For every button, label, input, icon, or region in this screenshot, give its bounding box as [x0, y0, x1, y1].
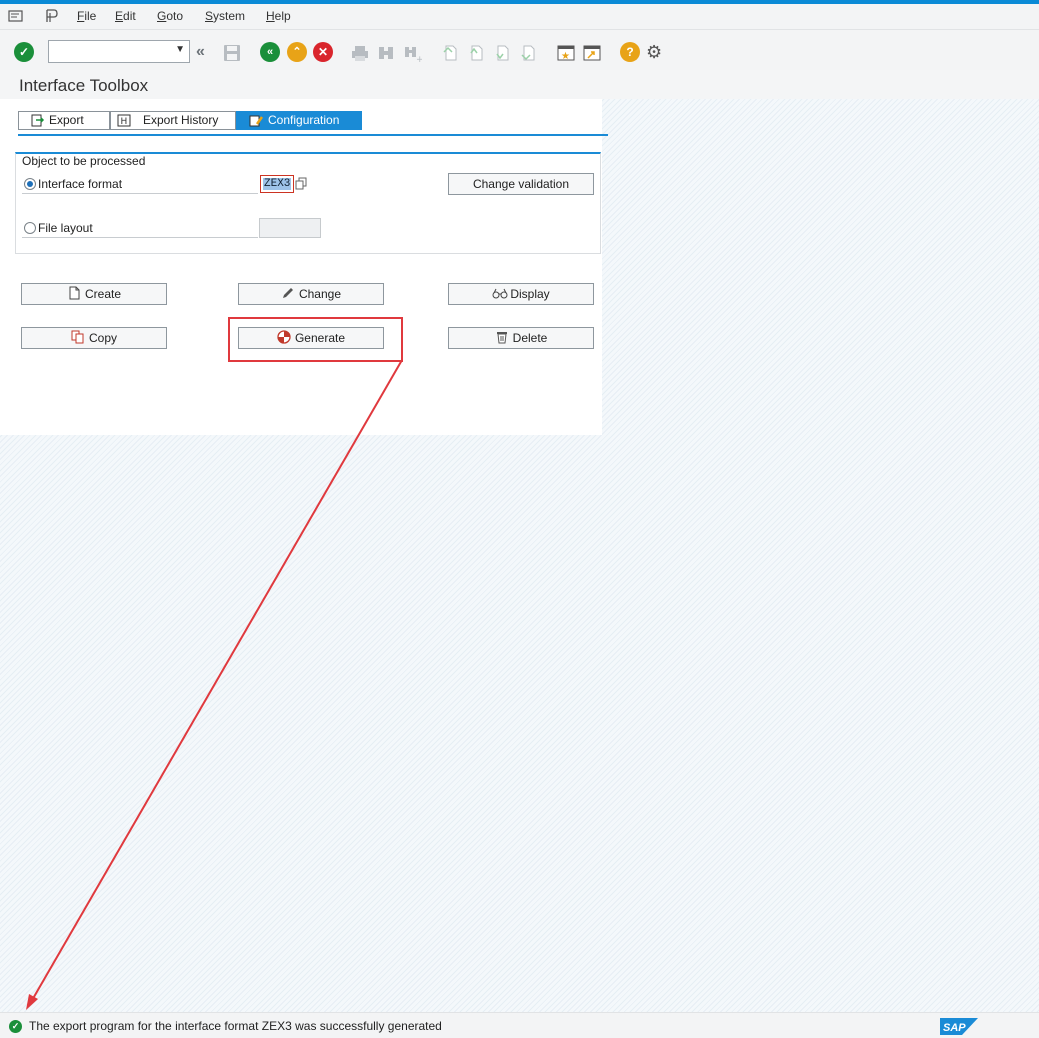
chevron-down-icon[interactable]: ▼ [175, 44, 185, 55]
create-button[interactable]: Create [21, 283, 167, 305]
menu-goto[interactable]: Goto [157, 9, 183, 23]
menu-help[interactable]: Help [266, 9, 291, 23]
help-icon[interactable]: ? [620, 42, 640, 62]
glasses-icon [492, 286, 508, 300]
find-next-icon[interactable]: + [402, 43, 424, 65]
personalize-icon[interactable] [44, 9, 60, 23]
change-button[interactable]: Change [238, 283, 384, 305]
menu-edit[interactable]: Edit [115, 9, 136, 23]
change-validation-button[interactable]: Change validation [448, 173, 594, 195]
settings-gear-icon[interactable]: ⚙ [646, 42, 666, 62]
interface-format-radio[interactable] [24, 178, 36, 190]
tab-export-history[interactable]: H Export History [110, 111, 236, 130]
main-panel [0, 99, 602, 435]
status-bar: ✓ The export program for the interface f… [0, 1012, 1039, 1038]
export-icon [31, 114, 45, 133]
file-layout-label: File layout [38, 221, 93, 235]
generate-highlight-box [228, 317, 403, 362]
svg-text:H: H [121, 117, 128, 127]
svg-text:+: + [416, 55, 422, 63]
success-check-icon: ✓ [9, 1020, 22, 1033]
copy-icon [71, 330, 85, 344]
group-title: Object to be processed [22, 154, 146, 168]
file-layout-radio[interactable] [24, 222, 36, 234]
next-page-icon[interactable] [492, 43, 512, 63]
value-help-icon[interactable] [295, 177, 307, 190]
menu-file[interactable]: File [77, 9, 96, 23]
tab-configuration[interactable]: Configuration [236, 111, 362, 130]
pencil-icon [281, 286, 295, 300]
page-title: Interface Toolbox [19, 76, 149, 95]
display-button[interactable]: Display [448, 283, 594, 305]
print-icon[interactable] [350, 43, 370, 63]
menu-bar: File Edit Goto System Help [0, 4, 1039, 30]
svg-text:★: ★ [561, 51, 570, 62]
copy-button[interactable]: Copy [21, 327, 167, 349]
find-icon[interactable] [376, 43, 396, 63]
shortcut-icon[interactable] [582, 43, 602, 63]
create-session-icon[interactable]: ★ [556, 43, 576, 63]
back-icon[interactable]: « [260, 42, 280, 62]
command-field[interactable]: ▼ [48, 40, 190, 63]
file-layout-input[interactable] [259, 218, 321, 238]
content-area: Interface Toolbox Export H Export Histor… [0, 70, 1039, 1012]
field-underline [22, 237, 258, 238]
exit-icon[interactable]: ⌃ [287, 42, 307, 62]
history-icon: H [117, 114, 131, 133]
sap-logo: SAP [940, 1018, 978, 1035]
trash-icon [495, 330, 509, 344]
save-icon[interactable] [222, 43, 242, 63]
menu-system[interactable]: System [205, 9, 245, 23]
cancel-icon[interactable]: ✕ [313, 42, 333, 62]
new-document-icon [67, 286, 81, 300]
previous-page-icon[interactable] [466, 43, 486, 63]
collapse-left-icon[interactable]: « [196, 43, 216, 63]
interface-format-label: Interface format [38, 177, 123, 191]
field-underline [22, 193, 258, 194]
menu-list-icon[interactable] [8, 9, 24, 23]
tab-strip-underline [18, 134, 608, 136]
interface-format-input[interactable]: ZEX3 [260, 175, 294, 193]
delete-button[interactable]: Delete [448, 327, 594, 349]
svg-text:SAP: SAP [943, 1022, 966, 1034]
enter-check-icon[interactable]: ✓ [14, 42, 34, 62]
first-page-icon[interactable] [440, 43, 460, 63]
tab-export[interactable]: Export [18, 111, 110, 130]
configuration-icon [249, 114, 264, 133]
status-message[interactable]: The export program for the interface for… [29, 1019, 442, 1033]
title-row: Interface Toolbox [0, 70, 1039, 99]
last-page-icon[interactable] [518, 43, 538, 63]
toolbar: ✓ ▼ « « ⌃ ✕ + ★ ? ⚙ [0, 30, 1039, 70]
